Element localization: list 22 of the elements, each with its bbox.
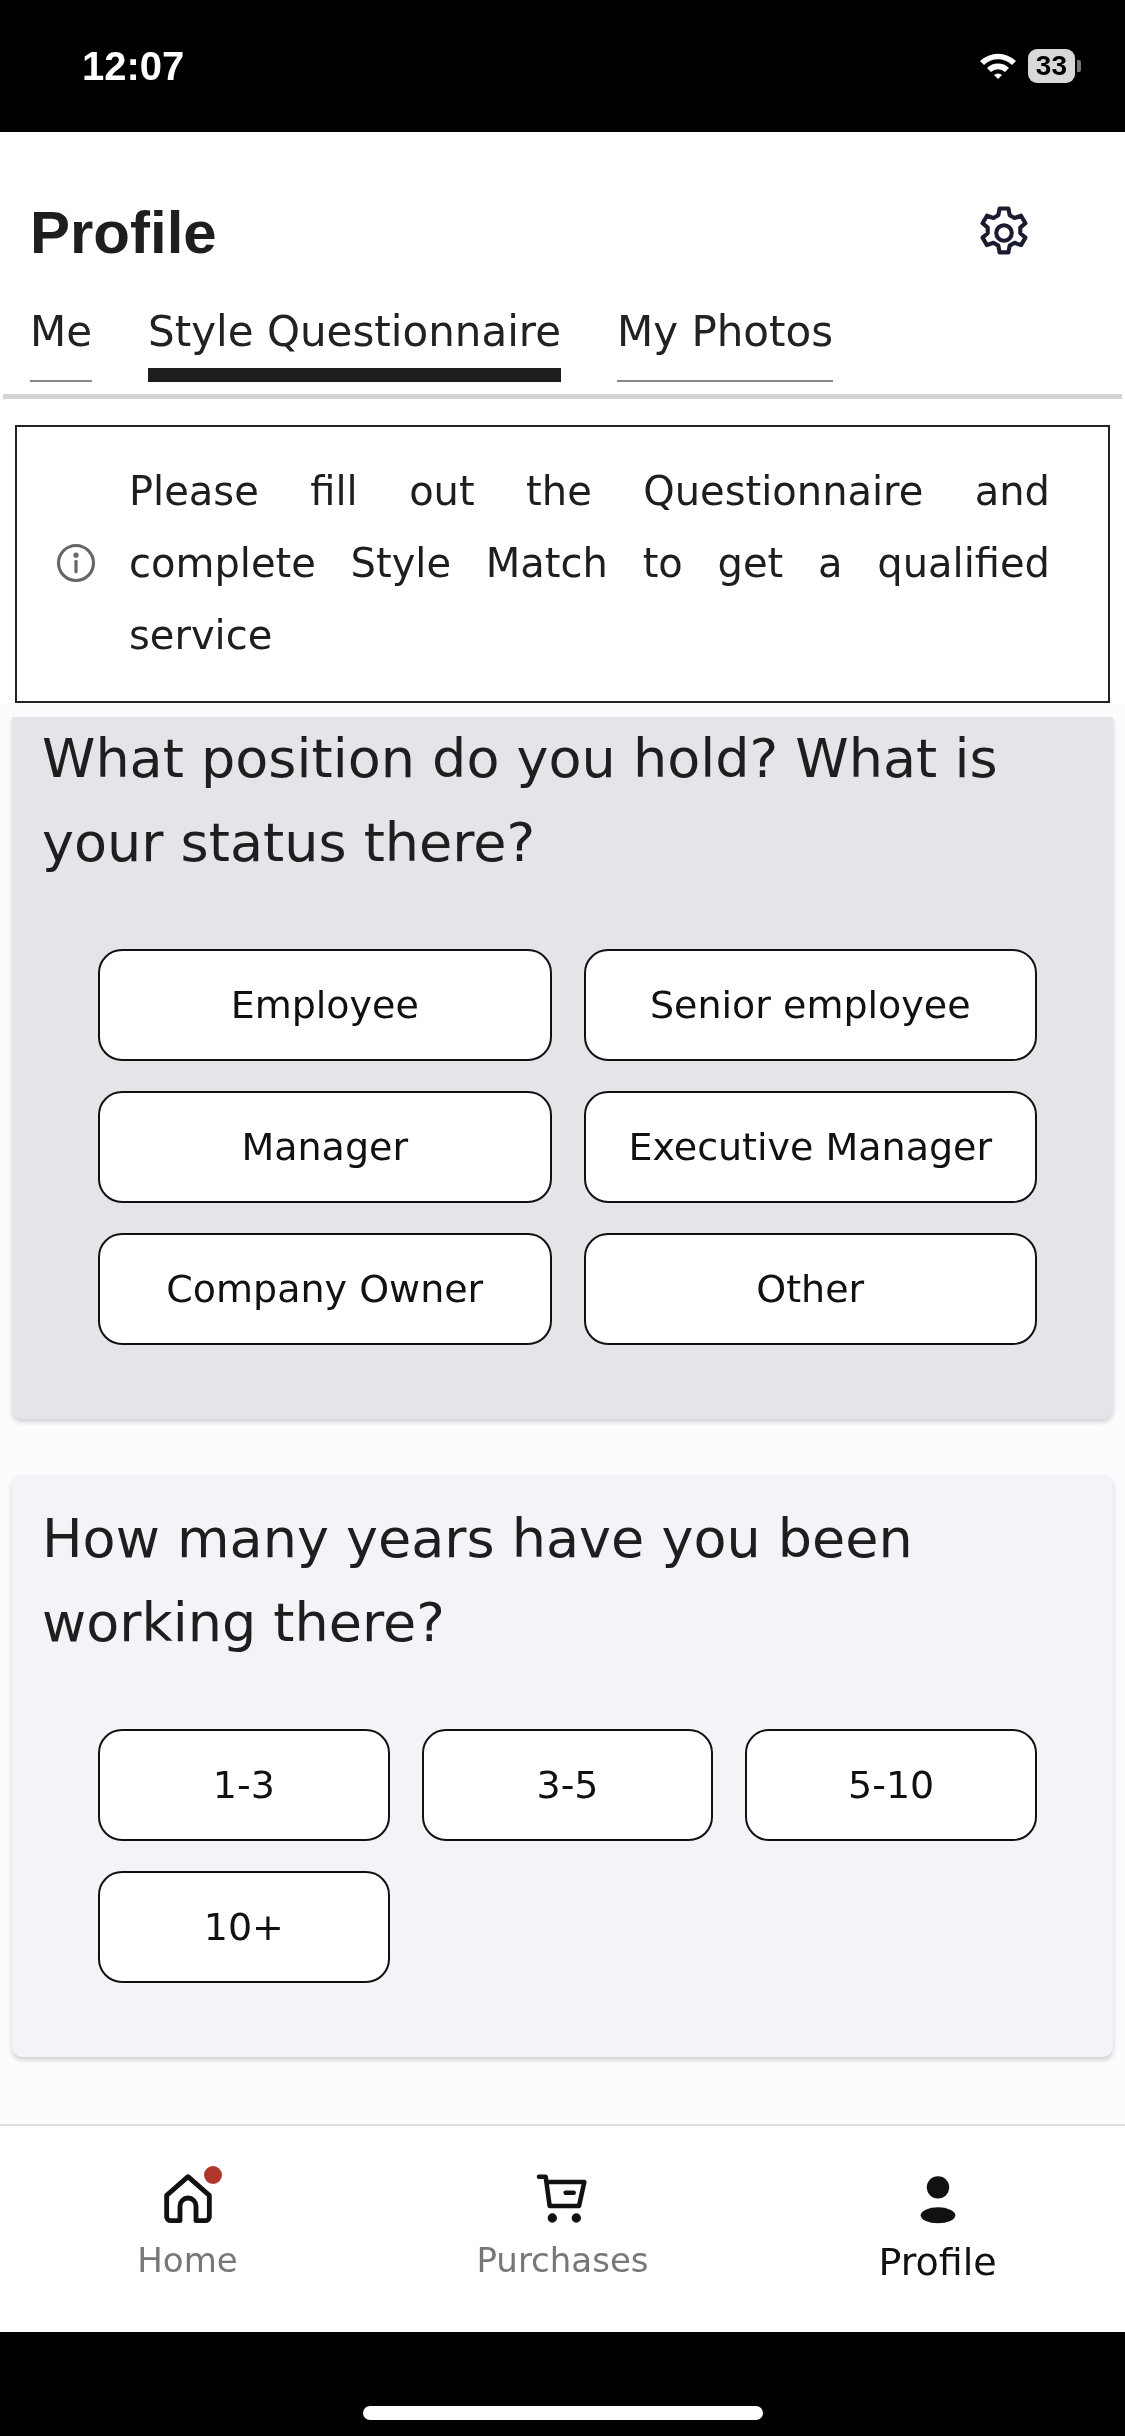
battery-level: 33 — [1027, 49, 1075, 83]
info-icon — [55, 542, 97, 584]
info-text: Please fill out the Questionnaire and complete Style Match to get a qualified service — [129, 467, 1050, 660]
option-button[interactable]: Senior employee — [583, 949, 1037, 1061]
option-button[interactable]: Company Owner — [98, 1233, 552, 1345]
status-time: 12:07 — [82, 43, 185, 89]
option-button[interactable]: 3-5 — [421, 1729, 714, 1841]
option-button[interactable]: Employee — [98, 949, 552, 1061]
tab[interactable]: Me — [30, 297, 93, 382]
nav-item[interactable]: Profile — [750, 2126, 1125, 2332]
nav-item[interactable]: Purchases — [375, 2126, 750, 2332]
option-button[interactable]: Other — [583, 1233, 1037, 1345]
option-button[interactable]: 1-3 — [98, 1729, 390, 1841]
question-title: How many years have you been working there? — [42, 1506, 914, 1656]
page-title: Profile — [30, 198, 217, 267]
option-button[interactable]: Manager — [98, 1091, 552, 1203]
nav-item[interactable]: Home — [0, 2126, 375, 2332]
option-button[interactable]: Executive Manager — [583, 1091, 1037, 1203]
tab[interactable]: My Photos — [617, 297, 834, 382]
option-button[interactable]: 5-10 — [745, 1729, 1037, 1841]
option-button[interactable]: 10+ — [98, 1871, 390, 1983]
question-title: What position do you hold? What is your status there? — [42, 726, 999, 876]
